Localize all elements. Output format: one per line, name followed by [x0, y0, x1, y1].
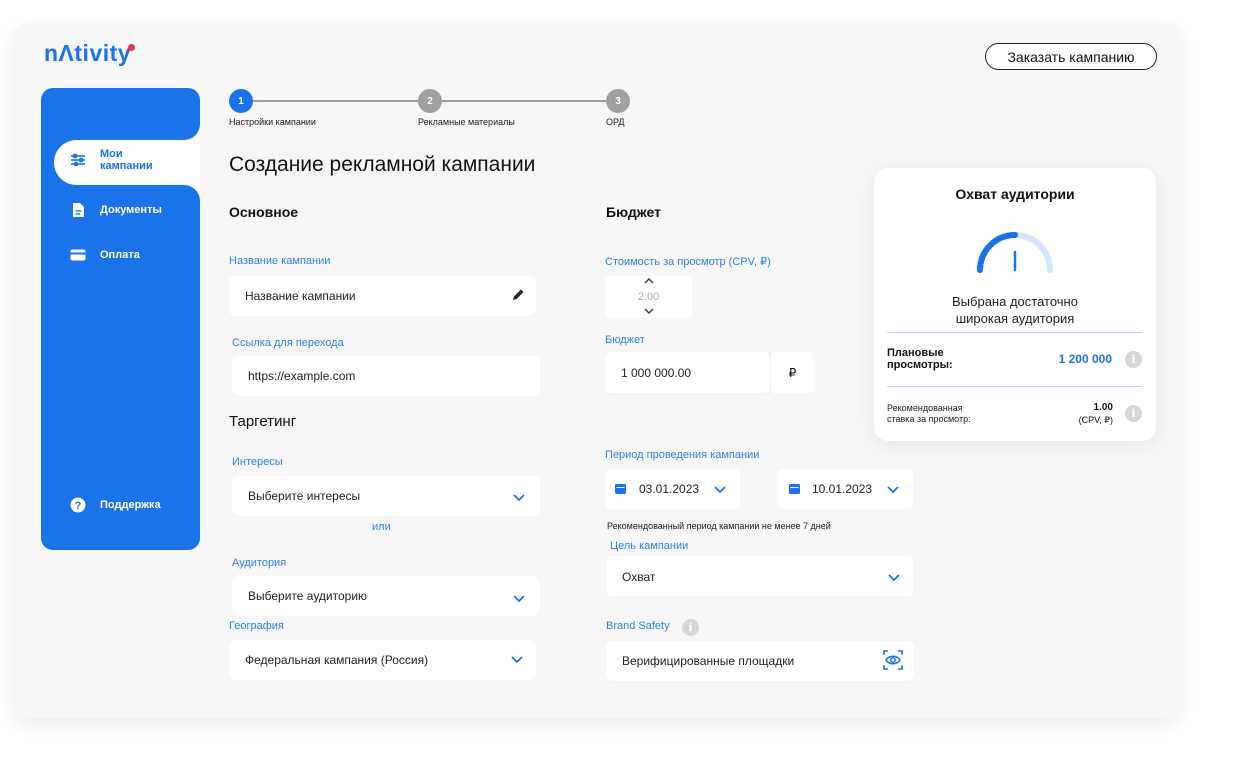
geo-label: География — [229, 620, 284, 632]
planned-views-label: Плановые просмотры: — [887, 347, 953, 371]
cpv-value: 2.00 — [637, 291, 660, 303]
audience-label: Аудитория — [232, 557, 287, 569]
reach-card-title: Охват аудитории — [955, 186, 1075, 202]
card-icon — [70, 247, 86, 263]
interests-select[interactable]: Выберите интересы — [232, 476, 540, 516]
calendar-icon — [789, 484, 800, 494]
stepper-line — [252, 100, 418, 102]
period-hint: Рекомендованный период кампании не менее… — [607, 521, 831, 531]
or-text: или — [372, 521, 391, 533]
sliders-icon — [70, 152, 86, 168]
sidebar-item-my-campaigns[interactable]: Мои кампании — [70, 148, 160, 172]
link-input[interactable]: https://example.com — [232, 356, 540, 396]
link-label: Ссылка для перехода — [232, 337, 344, 349]
reach-status: Выбрана достаточно широкая аудитория — [952, 294, 1078, 326]
info-icon[interactable]: i — [1125, 351, 1142, 368]
budget-label: Бюджет — [605, 334, 645, 346]
info-icon[interactable]: i — [682, 619, 699, 636]
chevron-down-icon[interactable] — [887, 570, 901, 584]
sidebar-item-label: Документы — [100, 204, 162, 216]
document-icon — [70, 202, 86, 218]
section-title-basic: Основное — [229, 204, 299, 220]
brand-safety-label: Brand Safety — [606, 620, 670, 632]
date-to-value: 10.01.2023 — [812, 482, 873, 496]
eye-scan-icon[interactable] — [883, 650, 903, 670]
chevron-down-icon[interactable] — [713, 482, 727, 496]
reach-gauge — [977, 232, 1053, 273]
currency-unit: ₽ — [770, 352, 814, 393]
chevron-down-icon[interactable] — [643, 307, 655, 315]
campaign-name-label: Название кампании — [229, 255, 331, 267]
svg-text:?: ? — [75, 500, 82, 512]
pencil-icon[interactable] — [511, 288, 525, 307]
step-3-label: ОРД — [606, 117, 625, 127]
geo-select[interactable]: Федеральная кампания (Россия) — [229, 640, 536, 680]
budget-input[interactable]: 1 000 000.00 — [605, 352, 770, 393]
sidebar-item-support[interactable]: ? Поддержка — [70, 497, 161, 513]
step-1-dot[interactable]: 1 — [229, 89, 253, 113]
step-1-label: Настройки кампании — [229, 117, 316, 127]
logo: nΛtivity — [44, 40, 132, 66]
chevron-up-icon[interactable] — [643, 277, 655, 285]
campaign-name-input[interactable]: Название кампании — [229, 276, 536, 316]
calendar-icon — [615, 484, 626, 494]
planned-views-value: 1 200 000 — [1058, 352, 1112, 366]
goal-select[interactable]: Охват — [606, 556, 913, 597]
period-label: Период проведения кампании — [605, 449, 760, 461]
chevron-down-icon[interactable] — [886, 482, 900, 496]
order-campaign-button[interactable]: Заказать кампанию — [985, 43, 1157, 70]
cpv-label: Стоимость за просмотр (CPV, ₽) — [605, 256, 771, 268]
section-title-targeting: Таргетинг — [229, 413, 297, 430]
help-icon: ? — [70, 497, 86, 513]
chevron-down-icon[interactable] — [512, 591, 526, 605]
sidebar-item-label: Поддержка — [100, 499, 161, 511]
sidebar-item-label: Мои кампании — [100, 148, 153, 172]
step-3-dot[interactable]: 3 — [606, 89, 630, 113]
goal-label: Цель кампании — [610, 540, 689, 552]
stepper-line — [442, 100, 606, 102]
page-title: Создание рекламной кампании — [229, 153, 536, 176]
logo-dot — [128, 44, 135, 51]
audience-select[interactable]: Выберите аудиторию — [232, 576, 540, 616]
recommended-rate-value: 1.00 (CPV, ₽) — [1078, 402, 1113, 425]
interests-label: Интересы — [232, 456, 283, 468]
sidebar-item-label: Оплата — [100, 249, 140, 261]
date-from-value: 03.01.2023 — [639, 482, 700, 496]
step-2-dot[interactable]: 2 — [418, 89, 442, 113]
brand-safety-field[interactable]: Верифицированные площадки — [606, 641, 914, 681]
section-title-budget: Бюджет — [606, 204, 661, 220]
info-icon[interactable]: i — [1125, 405, 1142, 422]
recommended-rate-label: Рекомендованная ставка за просмотр: — [887, 403, 971, 424]
chevron-down-icon[interactable] — [512, 490, 526, 504]
sidebar-item-documents[interactable]: Документы — [70, 202, 162, 218]
chevron-down-icon[interactable] — [510, 652, 524, 666]
sidebar-item-payment[interactable]: Оплата — [70, 247, 140, 263]
step-2-label: Рекламные материалы — [418, 117, 515, 127]
